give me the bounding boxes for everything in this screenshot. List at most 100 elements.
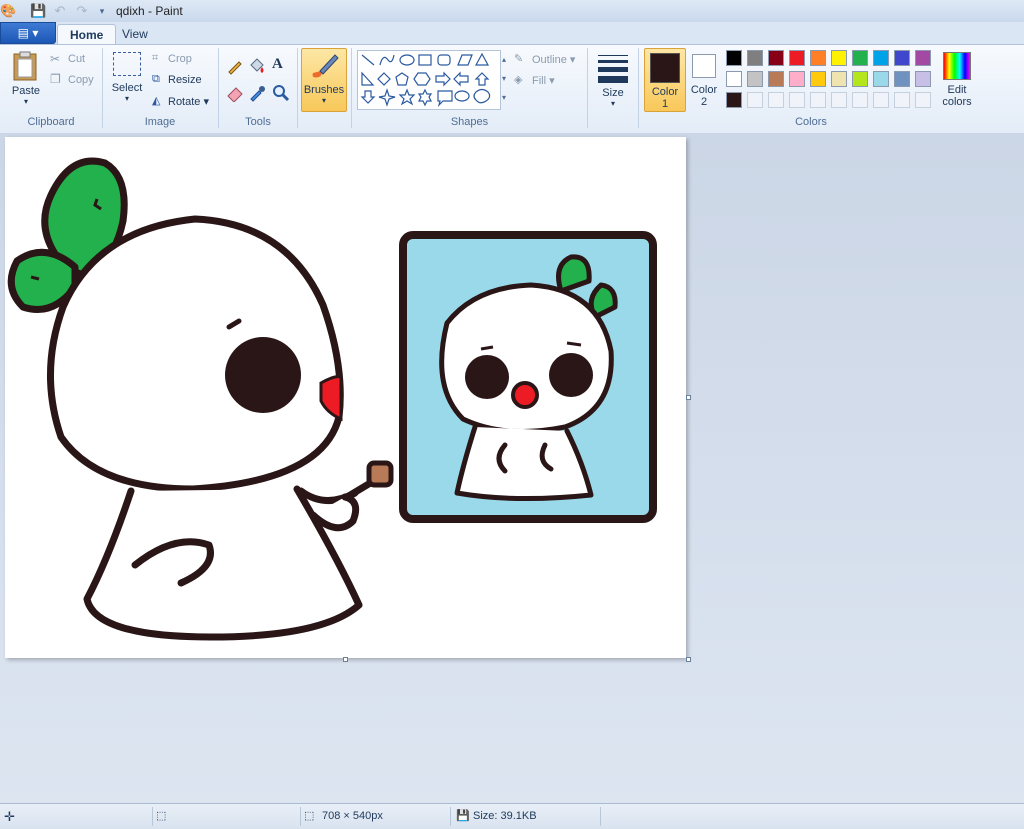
pencil-icon[interactable] bbox=[226, 57, 244, 75]
rotate-icon: ◭ bbox=[152, 95, 161, 107]
canvas-resize-handle-right[interactable] bbox=[686, 395, 691, 400]
crop-icon: ⌗ bbox=[152, 52, 159, 64]
size-button[interactable]: Size ▾ bbox=[594, 52, 632, 108]
crop-button[interactable]: Crop bbox=[168, 53, 192, 65]
small-eye-left bbox=[465, 355, 509, 399]
small-character-head bbox=[439, 282, 614, 434]
tab-view-label: View bbox=[122, 27, 148, 41]
color-picker-icon[interactable] bbox=[248, 84, 266, 102]
undo-icon[interactable]: ↶ bbox=[52, 3, 68, 19]
character-head bbox=[47, 215, 344, 493]
palette-swatch[interactable] bbox=[852, 50, 868, 66]
select-button[interactable]: Select ▾ bbox=[110, 52, 144, 103]
quick-access-dropdown-icon[interactable]: ▾ bbox=[94, 3, 110, 19]
fill-label: Fill bbox=[532, 75, 547, 87]
palette-swatch[interactable] bbox=[789, 71, 805, 87]
rotate-label: Rotate bbox=[168, 96, 201, 108]
color1-swatch bbox=[650, 53, 680, 83]
shapes-gallery[interactable] bbox=[357, 50, 501, 110]
shapes-scroll[interactable]: ▴ ▾ ▾ bbox=[500, 50, 508, 108]
small-character-body bbox=[454, 424, 594, 502]
size-label: Size bbox=[602, 87, 624, 99]
palette-swatch[interactable] bbox=[831, 71, 847, 87]
tab-view[interactable]: View bbox=[110, 24, 160, 44]
palette-swatch[interactable] bbox=[726, 50, 742, 66]
palette-swatch[interactable] bbox=[789, 50, 805, 66]
rotate-button[interactable]: Rotate ▾ bbox=[168, 95, 209, 108]
image-group-label: Image bbox=[144, 116, 176, 128]
palette-swatch[interactable] bbox=[831, 92, 847, 108]
redo-icon[interactable]: ↷ bbox=[74, 3, 90, 19]
palette-swatch[interactable] bbox=[873, 50, 889, 66]
palette-swatch[interactable] bbox=[726, 71, 742, 87]
copy-button[interactable]: Copy bbox=[68, 74, 94, 86]
palette-swatch[interactable] bbox=[768, 92, 784, 108]
outline-button[interactable]: Outline ▾ bbox=[532, 53, 575, 66]
palette-swatch[interactable] bbox=[810, 71, 826, 87]
color1-button[interactable]: Color 1 bbox=[644, 48, 686, 112]
palette-swatch[interactable] bbox=[810, 92, 826, 108]
palette-swatch[interactable] bbox=[915, 92, 931, 108]
size-icon bbox=[598, 55, 628, 83]
eraser-icon[interactable] bbox=[226, 84, 244, 102]
palette-swatch[interactable] bbox=[747, 92, 763, 108]
palette-swatch[interactable] bbox=[852, 92, 868, 108]
edit-colors-label: Edit colors bbox=[942, 84, 972, 108]
palette-swatch[interactable] bbox=[831, 50, 847, 66]
character-eye bbox=[225, 337, 301, 413]
color2-button[interactable]: Color 2 bbox=[688, 52, 720, 108]
paste-label: Paste bbox=[11, 85, 41, 97]
paint-menu-icon[interactable]: 🎨 bbox=[0, 3, 16, 19]
canvas-resize-handle-bottom[interactable] bbox=[343, 657, 348, 662]
palette-swatch[interactable] bbox=[915, 50, 931, 66]
paint-menu-button[interactable]: ▤ ▾ bbox=[0, 22, 56, 44]
shapes-icon-grid bbox=[360, 52, 491, 107]
fill-button[interactable]: Fill ▾ bbox=[532, 74, 555, 87]
magnifier-icon[interactable] bbox=[272, 84, 290, 102]
palette-swatch[interactable] bbox=[789, 92, 805, 108]
paste-icon bbox=[13, 51, 37, 81]
palette-swatch[interactable] bbox=[894, 71, 910, 87]
copy-icon: ❐ bbox=[50, 72, 61, 86]
select-label: Select bbox=[111, 82, 143, 94]
image-dimensions: 708 × 540px bbox=[322, 810, 383, 822]
text-icon[interactable]: A bbox=[272, 56, 283, 73]
paste-button[interactable]: Paste ▾ bbox=[8, 50, 44, 106]
title-bar: 🎨 💾 ↶ ↷ ▾ qdixh - Paint bbox=[0, 0, 1024, 23]
paint-menu-icon: ▤ ▾ bbox=[17, 26, 39, 40]
palette-swatch[interactable] bbox=[810, 50, 826, 66]
palette-swatch[interactable] bbox=[768, 50, 784, 66]
window-title: qdixh - Paint bbox=[116, 4, 183, 18]
brushes-button[interactable]: Brushes ▾ bbox=[301, 48, 347, 112]
file-size-icon: 💾 bbox=[456, 810, 470, 822]
color2-swatch bbox=[692, 54, 716, 78]
status-bar: ✛ ⬚ ⬚ 708 × 540px 💾 Size: 39.1KB bbox=[0, 803, 1024, 829]
save-icon[interactable]: 💾 bbox=[30, 3, 46, 19]
tools-group-label: Tools bbox=[245, 116, 271, 128]
brush-icon bbox=[312, 54, 339, 78]
tab-home-label: Home bbox=[70, 28, 104, 42]
palette-swatch[interactable] bbox=[915, 71, 931, 87]
palette-swatch[interactable] bbox=[873, 92, 889, 108]
cut-icon: ✂ bbox=[50, 52, 61, 66]
file-size: Size: 39.1KB bbox=[473, 810, 537, 822]
palette-swatch[interactable] bbox=[894, 50, 910, 66]
palette-swatch[interactable] bbox=[726, 92, 742, 108]
palette-swatch[interactable] bbox=[747, 71, 763, 87]
cut-button[interactable]: Cut bbox=[68, 53, 85, 65]
palette-swatch[interactable] bbox=[747, 50, 763, 66]
palette-swatch[interactable] bbox=[894, 92, 910, 108]
palette-swatch[interactable] bbox=[768, 71, 784, 87]
resize-button[interactable]: Resize bbox=[168, 74, 202, 86]
tab-home[interactable]: Home bbox=[57, 24, 117, 45]
cursor-position-icon: ✛ bbox=[4, 809, 15, 824]
image-size-icon: ⬚ bbox=[304, 810, 315, 822]
canvas-resize-handle-corner[interactable] bbox=[686, 657, 691, 662]
edit-colors-button[interactable]: Edit colors bbox=[940, 52, 974, 108]
small-cheek bbox=[511, 381, 539, 409]
fill-shape-icon: ◈ bbox=[514, 74, 523, 86]
drawing-canvas[interactable] bbox=[5, 137, 686, 658]
palette-swatch[interactable] bbox=[873, 71, 889, 87]
palette-swatch[interactable] bbox=[852, 71, 868, 87]
fill-icon[interactable] bbox=[248, 57, 266, 75]
